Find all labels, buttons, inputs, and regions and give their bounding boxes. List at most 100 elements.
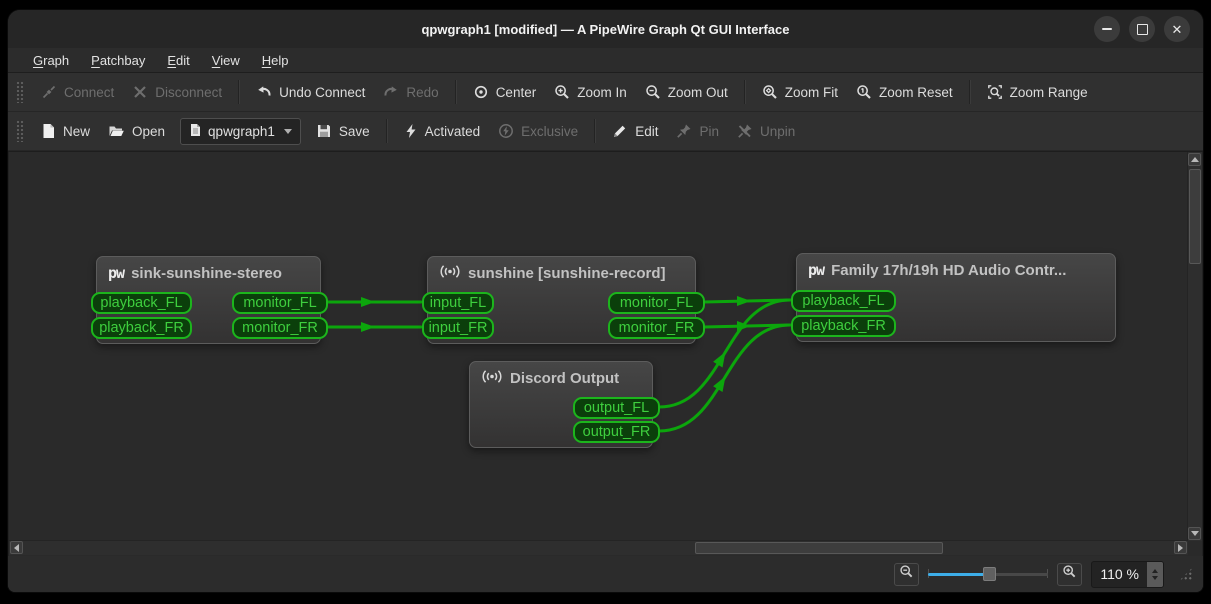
- port[interactable]: playback_FL: [91, 292, 192, 314]
- zoom-range-button[interactable]: Zoom Range: [978, 79, 1097, 105]
- node-family-hd-audio[interactable]: pw Family 17h/19h HD Audio Contr... play…: [796, 253, 1116, 342]
- menu-edit[interactable]: Edit: [156, 51, 200, 70]
- menu-patchbay[interactable]: Patchbay: [80, 51, 156, 70]
- port[interactable]: monitor_FL: [608, 292, 705, 314]
- center-button[interactable]: Center: [464, 79, 546, 105]
- disconnect-button[interactable]: Disconnect: [123, 79, 231, 105]
- vertical-scrollbar[interactable]: [1187, 152, 1202, 541]
- spin-up-icon: [1152, 569, 1158, 573]
- connection-arrow-icon: [713, 349, 730, 368]
- minimize-icon: [1102, 28, 1112, 30]
- exclusive-icon: [498, 123, 514, 139]
- arrow-right-icon: [1178, 544, 1183, 552]
- pin-button[interactable]: Pin: [667, 118, 728, 144]
- zoom-fit-icon: [762, 84, 778, 100]
- node-title: Discord Output: [510, 370, 619, 387]
- port[interactable]: playback_FL: [791, 290, 896, 312]
- horizontal-scroll-thumb[interactable]: [695, 542, 943, 554]
- statusbar-zoom-in-button[interactable]: [1057, 563, 1082, 586]
- zoom-reset-button[interactable]: Zoom Reset: [847, 79, 962, 105]
- pipewire-icon: pw: [808, 261, 824, 279]
- zoom-percent-spinbox[interactable]: 110 %: [1091, 561, 1164, 588]
- toolbar-drag-handle[interactable]: [16, 120, 24, 142]
- activated-button[interactable]: Activated: [395, 118, 490, 144]
- node-discord-output[interactable]: Discord Output output_FL output_FR: [469, 361, 653, 448]
- edit-pencil-icon: [612, 123, 628, 139]
- port[interactable]: monitor_FR: [232, 317, 328, 339]
- maximize-icon: [1137, 24, 1148, 35]
- redo-button[interactable]: Redo: [374, 79, 447, 105]
- node-title: sunshine [sunshine-record]: [468, 265, 666, 282]
- zoom-slider[interactable]: [928, 563, 1048, 585]
- node-sink-sunshine-stereo[interactable]: pw sink-sunshine-stereo playback_FL play…: [96, 256, 321, 344]
- toolbar-separator: [386, 119, 388, 143]
- port[interactable]: playback_FR: [91, 317, 192, 339]
- zoom-percent-value[interactable]: 110 %: [1092, 562, 1147, 587]
- zoom-slider-handle[interactable]: [983, 567, 996, 581]
- center-icon: [473, 84, 489, 100]
- connections-layer: [8, 151, 1203, 559]
- patchbay-file-name: qpwgraph1: [208, 124, 275, 139]
- scroll-down-button[interactable]: [1188, 527, 1201, 540]
- spinbox-arrows[interactable]: [1147, 562, 1163, 587]
- port[interactable]: monitor_FR: [608, 317, 705, 339]
- spin-down-icon: [1152, 576, 1158, 580]
- arrow-up-icon: [1191, 157, 1199, 162]
- connection-arrow-icon: [361, 322, 375, 332]
- statusbar-zoom-out-button[interactable]: [894, 563, 919, 586]
- title-bar[interactable]: qpwgraph1 [modified] — A PipeWire Graph …: [8, 10, 1203, 48]
- close-button[interactable]: ✕: [1164, 16, 1190, 42]
- toolbar-separator: [238, 80, 240, 104]
- connection-arrow-icon: [737, 321, 751, 331]
- zoom-in-button[interactable]: Zoom In: [545, 79, 636, 105]
- broadcast-icon: [439, 264, 461, 283]
- arrow-down-icon: [1191, 531, 1199, 536]
- graph-canvas[interactable]: pw sink-sunshine-stereo playback_FL play…: [8, 151, 1203, 556]
- menu-view[interactable]: View: [201, 51, 251, 70]
- graph-toolbar: Connect Disconnect Undo Connect Redo Cen…: [8, 73, 1203, 112]
- undo-icon: [256, 84, 272, 100]
- connection[interactable]: [704, 300, 790, 302]
- scroll-right-button[interactable]: [1174, 541, 1187, 554]
- port[interactable]: output_FR: [573, 421, 660, 443]
- zoom-reset-icon: [856, 84, 872, 100]
- save-button[interactable]: Save: [307, 118, 379, 144]
- new-file-icon: [41, 123, 56, 139]
- resize-grip[interactable]: [1179, 567, 1193, 581]
- port[interactable]: input_FR: [422, 317, 494, 339]
- port[interactable]: playback_FR: [791, 315, 896, 337]
- zoom-slider-track[interactable]: [988, 573, 1048, 576]
- open-folder-icon: [108, 123, 125, 139]
- new-button[interactable]: New: [32, 118, 99, 144]
- arrow-left-icon: [14, 544, 19, 552]
- toolbar-drag-handle[interactable]: [16, 81, 24, 103]
- zoom-out-button[interactable]: Zoom Out: [636, 79, 737, 105]
- undo-connect-button[interactable]: Undo Connect: [247, 79, 374, 105]
- horizontal-scrollbar[interactable]: [9, 540, 1188, 555]
- vertical-scroll-thumb[interactable]: [1189, 169, 1201, 264]
- unpin-icon: [737, 123, 753, 139]
- open-button[interactable]: Open: [99, 118, 174, 144]
- pin-icon: [676, 123, 692, 139]
- node-sunshine-record[interactable]: sunshine [sunshine-record] input_FL inpu…: [427, 256, 696, 344]
- scroll-left-button[interactable]: [10, 541, 23, 554]
- connect-button[interactable]: Connect: [32, 79, 123, 105]
- port[interactable]: monitor_FL: [232, 292, 328, 314]
- zoom-slider-track-filled[interactable]: [928, 573, 988, 576]
- edit-button[interactable]: Edit: [603, 118, 667, 144]
- menu-help[interactable]: Help: [251, 51, 300, 70]
- port[interactable]: input_FL: [422, 292, 494, 314]
- patchbay-file-combo[interactable]: qpwgraph1: [180, 118, 301, 145]
- connection-arrow-icon: [737, 296, 751, 306]
- connection[interactable]: [704, 325, 790, 327]
- minimize-button[interactable]: [1094, 16, 1120, 42]
- maximize-button[interactable]: [1129, 16, 1155, 42]
- scroll-up-button[interactable]: [1188, 153, 1201, 166]
- zoom-fit-button[interactable]: Zoom Fit: [753, 79, 847, 105]
- port[interactable]: output_FL: [573, 397, 660, 419]
- exclusive-button[interactable]: Exclusive: [489, 118, 587, 144]
- menu-graph[interactable]: Graph: [22, 51, 80, 70]
- window-controls: ✕: [1094, 16, 1190, 42]
- redo-icon: [383, 84, 399, 100]
- unpin-button[interactable]: Unpin: [728, 118, 804, 144]
